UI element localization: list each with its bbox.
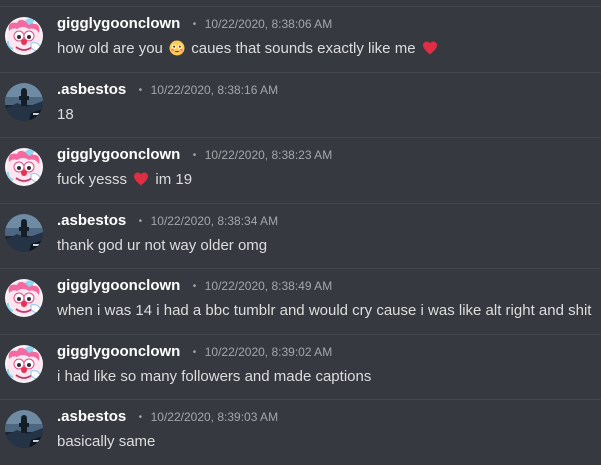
message-text: fuck yesss im 19: [57, 170, 192, 193]
message-text-part: fuck yesss: [57, 171, 128, 188]
message: gigglygoonclown • 10/22/2020, 8:38:23 AM…: [0, 137, 601, 203]
landscape-avatar-icon[interactable]: [5, 83, 43, 121]
message-header: gigglygoonclown • 10/22/2020, 8:38:49 AM: [57, 277, 332, 297]
message-header: gigglygoonclown • 10/22/2020, 8:38:06 AM: [57, 15, 332, 35]
timestamp: 10/22/2020, 8:38:23 AM: [204, 148, 333, 162]
message-header: gigglygoonclown • 10/22/2020, 8:39:02 AM: [57, 343, 332, 363]
flushed-face-icon: [169, 40, 185, 62]
message: .asbestos • 10/22/2020, 8:38:34 AM thank…: [0, 202, 601, 269]
separator-dot: •: [138, 412, 143, 423]
timestamp: 10/22/2020, 8:38:49 AM: [204, 279, 333, 293]
separator-dot: •: [192, 19, 197, 30]
message-header: .asbestos • 10/22/2020, 8:38:16 AM: [57, 81, 278, 101]
message-text-part: caues that sounds exactly like me: [191, 40, 416, 57]
clown-avatar-icon[interactable]: [5, 17, 43, 55]
timestamp: 10/22/2020, 8:39:02 AM: [204, 344, 333, 359]
message: gigglygoonclown • 10/22/2020, 8:39:02 AM…: [0, 333, 601, 400]
heart-icon: [133, 171, 149, 193]
separator-dot: •: [192, 281, 197, 292]
username[interactable]: .asbestos: [57, 408, 126, 425]
message-text: i had like so many followers and made ca…: [57, 367, 372, 385]
username[interactable]: gigglygoonclown: [57, 146, 180, 163]
message-text-part: im 19: [155, 171, 193, 188]
chat-log: gigglygoonclown • 10/22/2020, 8:38:06 AM…: [0, 6, 601, 465]
heart-icon: [422, 40, 438, 62]
message-text: basically same: [57, 433, 156, 450]
message: gigglygoonclown • 10/22/2020, 8:38:06 AM…: [0, 6, 601, 72]
separator-dot: •: [138, 84, 143, 96]
message-text-part: how old are you: [57, 40, 163, 57]
timestamp: 10/22/2020, 8:38:06 AM: [204, 17, 333, 31]
landscape-avatar-icon[interactable]: [5, 214, 43, 252]
message-header: .asbestos • 10/22/2020, 8:38:34 AM: [57, 212, 278, 232]
separator-dot: •: [192, 346, 197, 358]
username[interactable]: .asbestos: [57, 212, 126, 229]
clown-avatar-icon[interactable]: [5, 148, 43, 186]
clown-avatar-icon[interactable]: [5, 279, 43, 317]
username[interactable]: gigglygoonclown: [57, 15, 180, 32]
message-header: .asbestos • 10/22/2020, 8:39:03 AM: [57, 408, 278, 428]
separator-dot: •: [192, 150, 197, 161]
message: .asbestos • 10/22/2020, 8:38:16 AM 18: [0, 71, 601, 138]
message-header: gigglygoonclown • 10/22/2020, 8:38:23 AM: [57, 146, 332, 166]
separator-dot: •: [138, 215, 143, 227]
username[interactable]: .asbestos: [57, 81, 126, 98]
message-text: 18: [57, 105, 74, 123]
timestamp: 10/22/2020, 8:38:34 AM: [150, 213, 279, 228]
timestamp: 10/22/2020, 8:38:16 AM: [150, 82, 279, 97]
message-text: thank god ur not way older omg: [57, 236, 268, 254]
message-text: when i was 14 i had a bbc tumblr and wou…: [57, 302, 592, 319]
username[interactable]: gigglygoonclown: [57, 277, 180, 294]
message-text: how old are you caues that sounds exactl…: [57, 39, 440, 62]
timestamp: 10/22/2020, 8:39:03 AM: [150, 410, 279, 424]
clown-avatar-icon[interactable]: [5, 345, 43, 383]
landscape-avatar-icon[interactable]: [5, 410, 43, 448]
username[interactable]: gigglygoonclown: [57, 343, 180, 360]
message: .asbestos • 10/22/2020, 8:39:03 AM basic…: [0, 399, 601, 465]
message: gigglygoonclown • 10/22/2020, 8:38:49 AM…: [0, 268, 601, 334]
